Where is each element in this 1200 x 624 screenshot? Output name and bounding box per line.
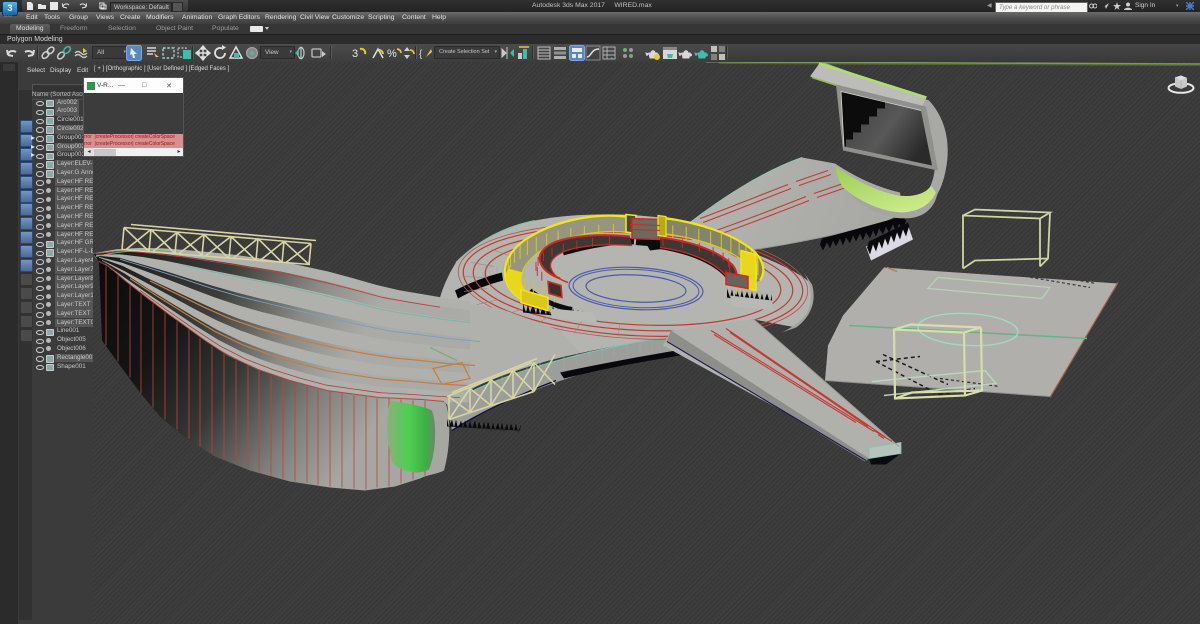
svg-text:%: %: [387, 48, 397, 60]
svg-text:{: {: [419, 49, 423, 60]
svg-text:3: 3: [352, 48, 358, 60]
